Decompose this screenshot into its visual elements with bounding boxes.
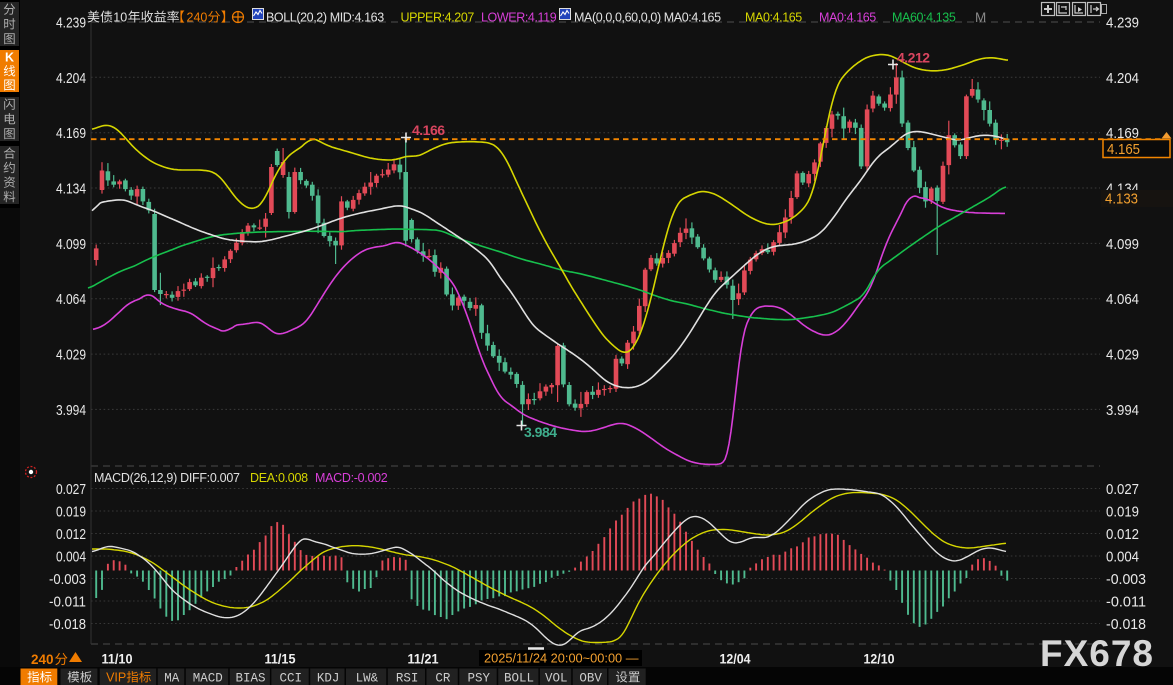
svg-text:PSY: PSY [468, 672, 491, 685]
svg-text:4.239: 4.239 [56, 15, 86, 32]
svg-text:OBV: OBV [579, 672, 602, 685]
svg-text:4.064: 4.064 [56, 291, 86, 308]
svg-text:MACD(26,12,9) DIFF:0.007: MACD(26,12,9) DIFF:0.007 [94, 471, 240, 485]
svg-text:4.133: 4.133 [1105, 191, 1138, 208]
svg-text:4.029: 4.029 [1106, 347, 1139, 364]
svg-text:K: K [5, 51, 14, 65]
svg-text:4.169: 4.169 [56, 125, 86, 142]
svg-text:4.165: 4.165 [1107, 141, 1140, 158]
svg-text:CR: CR [435, 672, 451, 685]
svg-text:4.204: 4.204 [56, 70, 86, 87]
svg-text:0.012: 0.012 [56, 526, 86, 543]
svg-text:M: M [975, 10, 986, 25]
svg-text:-0.018: -0.018 [1106, 616, 1146, 633]
svg-text:RSI: RSI [396, 672, 419, 685]
svg-text:11/15: 11/15 [265, 652, 296, 667]
svg-text:4.166: 4.166 [412, 122, 445, 138]
svg-text:0.019: 0.019 [1106, 504, 1139, 521]
svg-text:4.134: 4.134 [56, 181, 86, 198]
svg-text:0.004: 0.004 [56, 549, 86, 566]
svg-text:-0.011: -0.011 [1106, 594, 1146, 611]
svg-text:4.239: 4.239 [1106, 15, 1139, 32]
svg-text:MA(0,0,0,60,0,0) MA0:4.165: MA(0,0,0,60,0,0) MA0:4.165 [574, 11, 721, 25]
svg-text:0.027: 0.027 [56, 481, 86, 498]
svg-text:0.012: 0.012 [1106, 526, 1139, 543]
svg-text:UPPER:4.207: UPPER:4.207 [401, 11, 475, 25]
svg-text:-0.018: -0.018 [49, 616, 86, 633]
svg-text:240: 240 [187, 11, 208, 25]
svg-text:BOLL(20,2) MID:4.163: BOLL(20,2) MID:4.163 [266, 11, 384, 25]
svg-text:VOL: VOL [545, 672, 568, 685]
svg-text:0.004: 0.004 [1106, 549, 1139, 566]
svg-text:MA: MA [164, 672, 180, 685]
svg-text:11/10: 11/10 [102, 652, 133, 667]
svg-text:DEA:0.008: DEA:0.008 [250, 471, 308, 485]
svg-text:4.064: 4.064 [1106, 291, 1139, 308]
svg-text:3.994: 3.994 [56, 402, 86, 419]
svg-text:CCI: CCI [280, 672, 303, 685]
svg-text:4.099: 4.099 [1106, 236, 1139, 253]
svg-text:LOWER:4.119: LOWER:4.119 [481, 11, 557, 25]
svg-text:MA0:4.165: MA0:4.165 [819, 11, 876, 25]
svg-text:MACD: MACD [193, 672, 223, 685]
svg-text:MA0:4.165: MA0:4.165 [745, 11, 802, 25]
svg-text:MACD:-0.002: MACD:-0.002 [315, 471, 388, 485]
svg-text:BOLL: BOLL [504, 672, 534, 685]
svg-text:4.212: 4.212 [897, 50, 930, 66]
svg-text:-0.003: -0.003 [49, 571, 86, 588]
svg-text:12/10: 12/10 [864, 652, 895, 667]
svg-text:12/04: 12/04 [720, 652, 751, 667]
svg-text:4.029: 4.029 [56, 347, 86, 364]
svg-text:BIAS: BIAS [235, 672, 265, 685]
svg-text:KDJ: KDJ [317, 672, 340, 685]
svg-text:VIP: VIP [106, 671, 126, 685]
svg-text:MA60:4.135: MA60:4.135 [892, 11, 956, 25]
svg-text:-0.011: -0.011 [49, 594, 86, 611]
svg-text:3.994: 3.994 [1106, 402, 1139, 419]
svg-text:240: 240 [31, 652, 54, 667]
svg-text:4.099: 4.099 [56, 236, 86, 253]
svg-text:0.027: 0.027 [1106, 481, 1139, 498]
svg-text:-0.003: -0.003 [1106, 571, 1146, 588]
svg-text:10: 10 [113, 11, 127, 25]
svg-text:3.984: 3.984 [524, 424, 557, 440]
svg-text:2025/11/24 20:00~00:00 —: 2025/11/24 20:00~00:00 — [484, 651, 639, 666]
svg-text:LW&: LW& [356, 672, 379, 685]
svg-text:4.204: 4.204 [1106, 70, 1139, 87]
svg-text:0.019: 0.019 [56, 504, 86, 521]
svg-text:11/21: 11/21 [408, 652, 439, 667]
